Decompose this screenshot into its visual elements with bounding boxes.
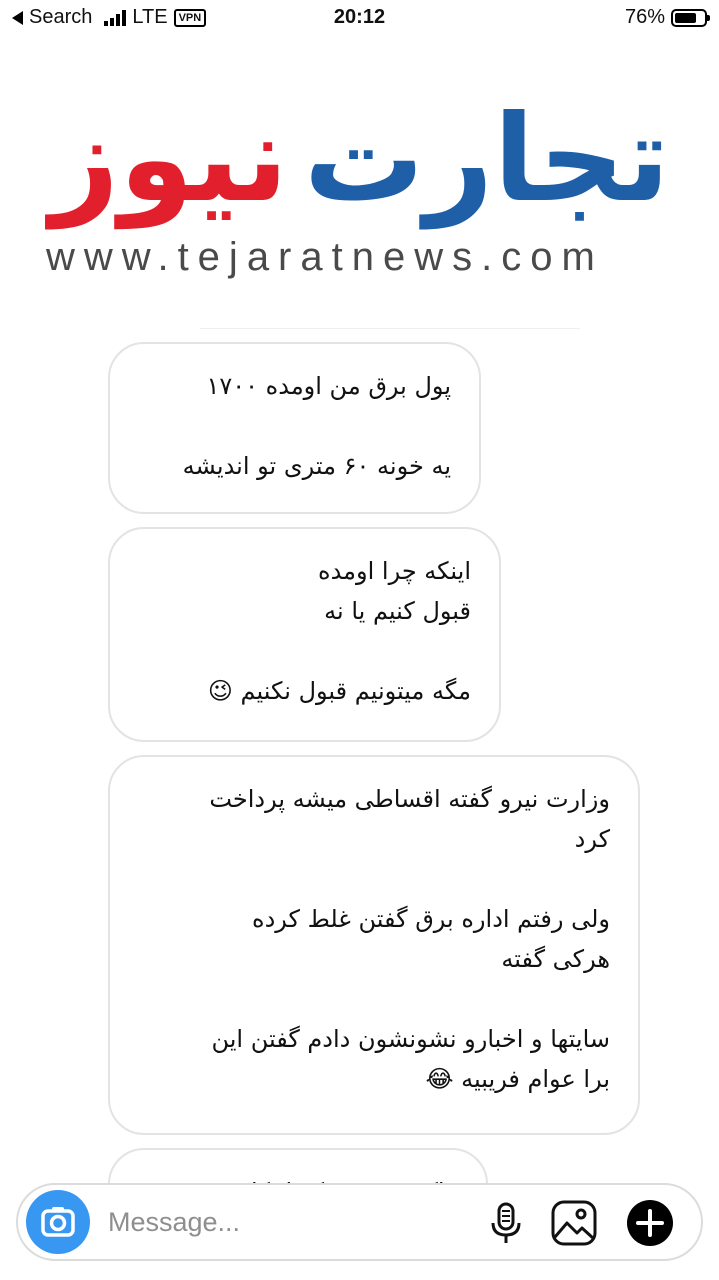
message-bubble[interactable]: اینکه چرا اومده قبول کنیم یا نه مگه میتو… — [108, 527, 501, 742]
message-line: یه خونه ۶۰ متری تو اندیشه — [182, 452, 451, 480]
logo-url: www.tejaratnews.com — [46, 235, 604, 279]
message-line: برا عوام فریبیه 😂 — [425, 1065, 610, 1093]
message-line: اینکه چرا اومده — [318, 557, 471, 585]
header-divider — [200, 328, 580, 329]
gallery-icon — [551, 1200, 597, 1246]
status-right: 76% — [624, 6, 710, 29]
camera-button[interactable] — [26, 1190, 90, 1254]
message-line: ولی رفتم اداره برق گفتن غلط کرده — [252, 905, 610, 933]
battery-percent: 76% — [624, 6, 665, 28]
message-line — [138, 859, 610, 899]
clock: 20:12 — [333, 6, 386, 28]
battery-fill — [675, 12, 696, 23]
add-button[interactable] — [626, 1199, 674, 1247]
message-line: وزارت نیرو گفته اقساطی میشه پرداخت — [209, 785, 610, 813]
microphone-icon — [491, 1202, 521, 1243]
tejaratnews-logo: نیوز تجارت www.tejaratnews.com — [40, 90, 670, 290]
plus-icon — [627, 1200, 673, 1246]
message-line — [138, 979, 610, 1019]
message-line: مگه میتونیم قبول نکنیم 😉 — [207, 677, 471, 705]
message-bubble[interactable]: پول برق من اومده ۱۷۰۰ یه خونه ۶۰ متری تو… — [108, 342, 481, 514]
message-composer — [16, 1183, 703, 1261]
message-input[interactable] — [108, 1199, 368, 1245]
message-line: پول برق من اومده ۱۷۰۰ — [206, 372, 451, 400]
message-line — [138, 406, 451, 446]
logo-word-red: نیوز — [50, 90, 289, 229]
message-bubble[interactable]: وزارت نیرو گفته اقساطی میشه پرداخت کرد و… — [108, 755, 640, 1135]
camera-icon — [41, 1207, 75, 1237]
message-line: کرد — [574, 825, 610, 853]
message-line: سایتها و اخبارو نشونشون دادم گفتن این — [211, 1025, 610, 1053]
message-line: هرکی گفته — [501, 945, 610, 973]
microphone-button[interactable] — [482, 1199, 530, 1247]
message-line: قبول کنیم یا نه — [324, 597, 471, 625]
battery-icon — [671, 8, 710, 27]
gallery-button[interactable] — [550, 1199, 598, 1247]
status-bar: Search LTE VPN 20:12 76% — [0, 0, 719, 40]
logo-word-blue: تجارت — [303, 90, 670, 229]
message-line — [138, 631, 471, 671]
